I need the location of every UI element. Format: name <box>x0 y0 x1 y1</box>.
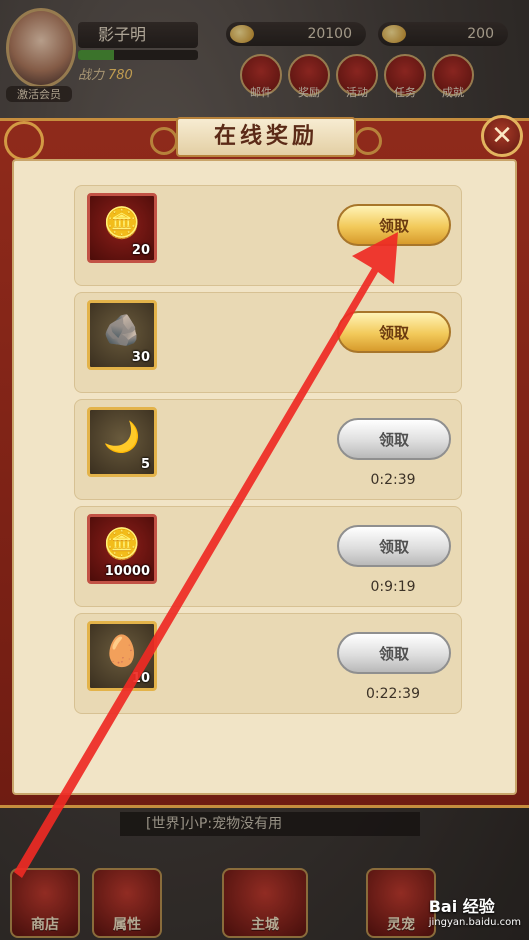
online-reward-dialog: 🪙 20 领取 🪨 30 领取 🌙 5 领取 0:2:39 🪙 10000 领取… <box>0 115 529 808</box>
egg-icon: 🥚 <box>103 634 141 670</box>
reward-item[interactable]: 🥚 10 <box>87 621 157 691</box>
reward-row: 🪙 10000 领取 0:9:19 <box>74 506 462 607</box>
ore-icon: 🪨 <box>103 313 141 349</box>
watermark: Bai 经验 jingyan.baidu.com <box>429 893 521 928</box>
close-button[interactable]: ✕ <box>481 115 523 157</box>
gold-treasure-icon: 🌙 <box>103 420 141 456</box>
claim-button[interactable]: 领取 <box>337 418 451 460</box>
reward-row: 🪨 30 领取 <box>74 292 462 393</box>
dialog-panel: 🪙 20 领取 🪨 30 领取 🌙 5 领取 0:2:39 🪙 10000 领取… <box>12 159 517 795</box>
reward-timer: 0:22:39 <box>366 686 420 702</box>
reward-timer: 0:2:39 <box>370 472 416 488</box>
reward-quantity: 30 <box>131 350 150 365</box>
reward-item[interactable]: 🪙 10000 <box>87 514 157 584</box>
watermark-text: Bai 经验 <box>428 897 495 916</box>
watermark-url: jingyan.baidu.com <box>428 917 521 928</box>
reward-row: 🌙 5 领取 0:2:39 <box>74 399 462 500</box>
corner-ornament <box>4 121 44 161</box>
reward-row: 🥚 10 领取 0:22:39 <box>74 613 462 714</box>
reward-quantity: 5 <box>140 457 150 472</box>
claim-button[interactable]: 领取 <box>337 632 451 674</box>
gold-ingot-icon: 🪙 <box>103 206 141 242</box>
reward-quantity: 10 <box>131 671 150 686</box>
reward-item[interactable]: 🪨 30 <box>87 300 157 370</box>
reward-quantity: 10000 <box>104 564 150 579</box>
reward-item[interactable]: 🌙 5 <box>87 407 157 477</box>
reward-item[interactable]: 🪙 20 <box>87 193 157 263</box>
dialog-title: 在线奖励 <box>150 117 382 157</box>
reward-timer: 0:9:19 <box>370 579 416 595</box>
claim-button[interactable]: 领取 <box>337 525 451 567</box>
coins-icon: 🪙 <box>103 527 141 563</box>
claim-button[interactable]: 领取 <box>337 204 451 246</box>
claim-button[interactable]: 领取 <box>337 311 451 353</box>
reward-quantity: 20 <box>131 243 150 258</box>
reward-row: 🪙 20 领取 <box>74 185 462 286</box>
reward-list: 🪙 20 领取 🪨 30 领取 🌙 5 领取 0:2:39 🪙 10000 领取… <box>74 185 462 720</box>
